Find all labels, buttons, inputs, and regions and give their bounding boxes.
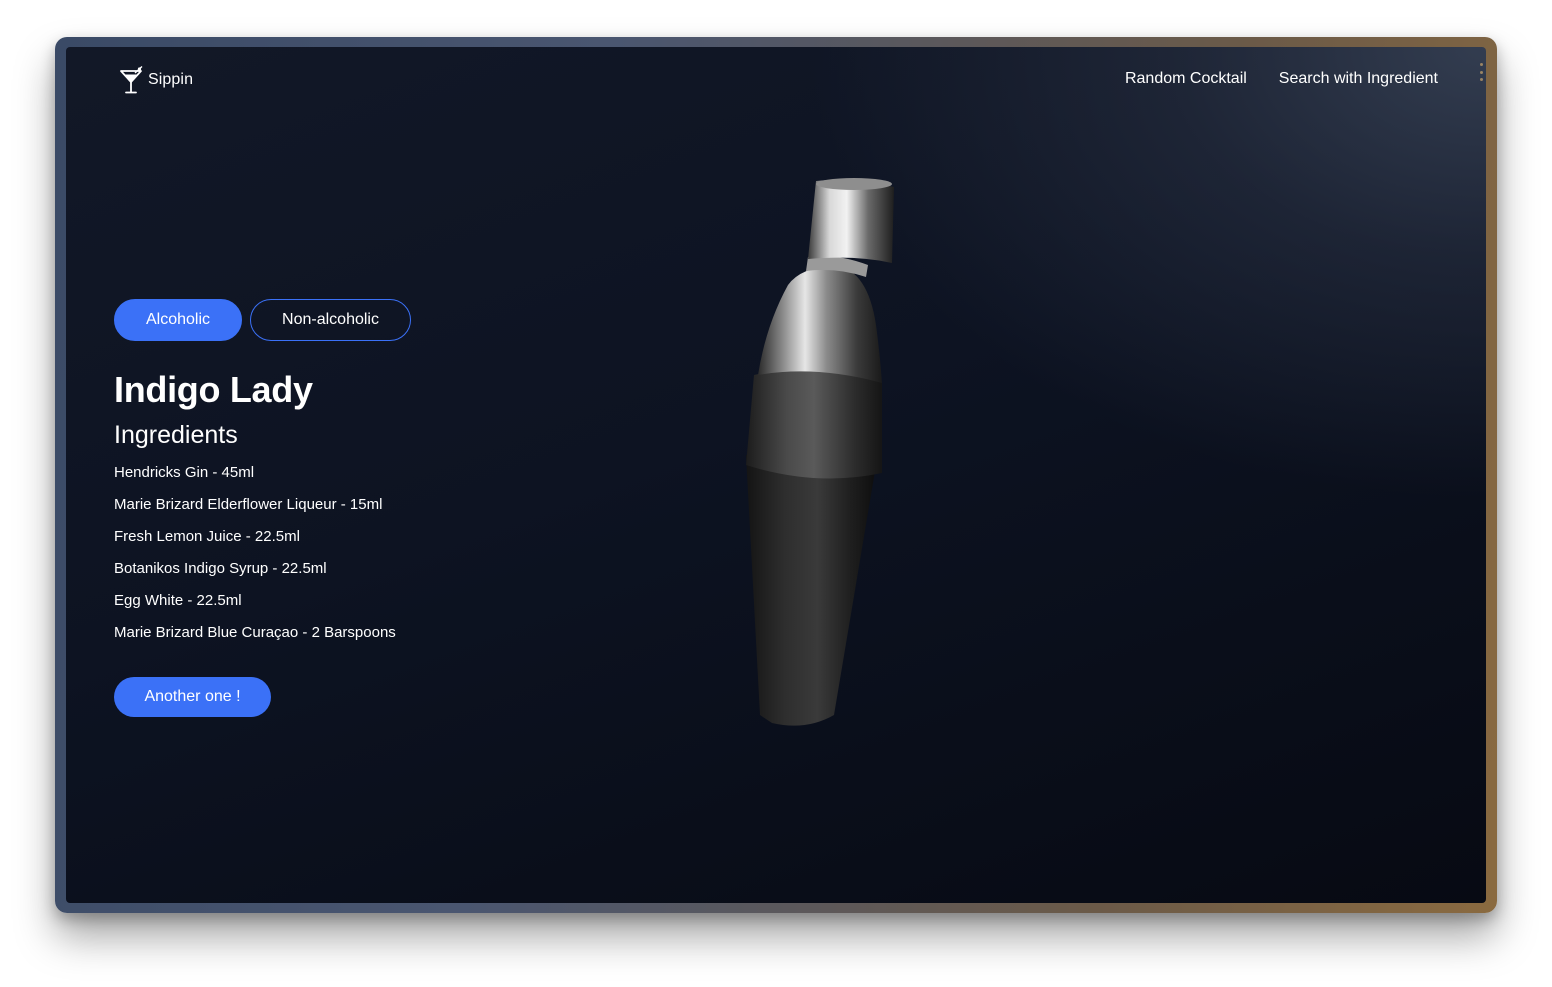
- ingredient-item: Marie Brizard Blue Curaçao - 2 Barspoons: [114, 624, 396, 641]
- drink-type-toggle: Alcoholic Non-alcoholic: [114, 299, 411, 341]
- ingredient-item: Hendricks Gin - 45ml: [114, 464, 255, 481]
- resize-handle[interactable]: [1480, 63, 1484, 81]
- brand-name: Sippin: [148, 71, 194, 88]
- nav-random-cocktail[interactable]: Random Cocktail: [1125, 70, 1247, 88]
- another-cocktail-button[interactable]: Another one !: [114, 677, 271, 717]
- nav-search-ingredient[interactable]: Search with Ingredient: [1279, 70, 1438, 88]
- ingredient-item: Marie Brizard Elderflower Liqueur - 15ml: [114, 496, 383, 513]
- ingredient-list: Hendricks Gin - 45ml Marie Brizard Elder…: [114, 461, 396, 653]
- cocktail-glass-icon: [120, 65, 143, 94]
- top-nav: Random Cocktail Search with Ingredient: [1125, 70, 1438, 88]
- alcoholic-filter-button[interactable]: Alcoholic: [114, 299, 242, 341]
- brand-logo-link[interactable]: Sippin: [118, 65, 193, 95]
- non-alcoholic-filter-button[interactable]: Non-alcoholic: [250, 299, 411, 341]
- browser-window-frame: Sippin Random Cocktail Search with Ingre…: [55, 37, 1497, 913]
- ingredient-item: Botanikos Indigo Syrup - 22.5ml: [114, 560, 327, 577]
- ingredients-heading: Ingredients: [114, 421, 238, 449]
- app-screen: Sippin Random Cocktail Search with Ingre…: [66, 47, 1486, 903]
- cocktail-shaker-3d-icon[interactable]: [676, 175, 896, 735]
- ingredient-item: Fresh Lemon Juice - 22.5ml: [114, 528, 300, 545]
- cocktail-title: Indigo Lady: [114, 369, 313, 410]
- ingredient-item: Egg White - 22.5ml: [114, 592, 242, 609]
